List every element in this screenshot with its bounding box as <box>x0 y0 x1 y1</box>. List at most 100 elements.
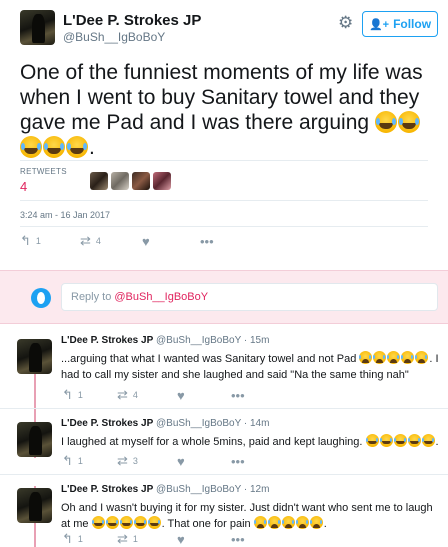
like-action[interactable]: ♥ <box>177 388 231 403</box>
retweet-action[interactable]: ⇄ 3 <box>117 453 177 469</box>
loudly-crying-emoji <box>309 516 323 529</box>
reply-author-avatar[interactable] <box>17 422 52 457</box>
follow-button[interactable]: 👤+ Follow <box>362 11 438 37</box>
reply-author-avatar[interactable] <box>17 488 52 523</box>
retweet-count: 4 <box>95 236 101 246</box>
divider <box>20 226 428 227</box>
tweet-end: . <box>89 136 95 159</box>
reply-input[interactable]: Reply to @BuSh__IgBoBoY <box>61 283 438 311</box>
retweeter-avatar[interactable] <box>90 172 108 190</box>
more-icon: ••• <box>231 531 245 547</box>
reply-author-avatar[interactable] <box>17 339 52 374</box>
reply-tweet[interactable]: L'Dee P. Strokes JP @BuSh__IgBoBoY · 15m… <box>0 326 448 408</box>
more-icon: ••• <box>231 387 245 403</box>
tweet-actions: ↰ 1 ⇄ 4 ♥ ••• <box>20 233 214 249</box>
author-display-name[interactable]: L'Dee P. Strokes JP <box>63 12 201 29</box>
retweet-icon: ⇄ <box>117 531 128 546</box>
reply-text-part: . <box>323 518 327 530</box>
loudly-crying-emoji <box>359 351 373 364</box>
reply-action[interactable]: ↰ 1 <box>62 387 117 403</box>
loudly-crying-emoji <box>415 351 429 364</box>
reply-tweet[interactable]: L'Dee P. Strokes JP @BuSh__IgBoBoY · 14m… <box>0 409 448 481</box>
tears-of-joy-emoji <box>133 516 147 529</box>
reply-icon: ↰ <box>20 233 31 248</box>
like-action[interactable]: ♥ <box>142 234 200 249</box>
more-action[interactable]: ••• <box>231 454 245 469</box>
reply-action[interactable]: ↰ 1 <box>62 531 117 547</box>
reply-icon: ↰ <box>62 453 73 468</box>
main-tweet: L'Dee P. Strokes JP @BuSh__IgBoBoY ⚙ 👤+ … <box>0 0 448 268</box>
more-action[interactable]: ••• <box>231 532 245 547</box>
like-action[interactable]: ♥ <box>177 454 231 469</box>
reply-action[interactable]: ↰ 1 <box>62 453 117 469</box>
tweet-timestamp[interactable]: 3:24 am - 16 Jan 2017 <box>20 210 110 220</box>
author-avatar[interactable] <box>20 10 55 45</box>
tears-of-joy-emoji <box>393 434 407 447</box>
reply-header: L'Dee P. Strokes JP @BuSh__IgBoBoY · 12m <box>61 484 269 495</box>
reply-action[interactable]: ↰ 1 <box>20 233 80 249</box>
reply-icon: ↰ <box>62 531 73 546</box>
loudly-crying-emoji <box>387 351 401 364</box>
reply-count: 1 <box>77 534 83 544</box>
retweet-action[interactable]: ⇄ 1 <box>117 531 177 547</box>
reply-meta[interactable]: @BuSh__IgBoBoY · 14m <box>156 418 269 429</box>
loudly-crying-emoji <box>295 516 309 529</box>
more-action[interactable]: ••• <box>231 388 245 403</box>
reply-text-part: ...arguing that what I wanted was Sanita… <box>61 353 357 365</box>
reply-header: L'Dee P. Strokes JP @BuSh__IgBoBoY · 14m <box>61 418 269 429</box>
more-icon: ••• <box>231 453 245 469</box>
like-action[interactable]: ♥ <box>177 532 231 547</box>
tears-of-joy-emoji <box>119 516 133 529</box>
reply-meta[interactable]: @BuSh__IgBoBoY · 15m <box>156 335 269 346</box>
tears-of-joy-emoji <box>20 136 42 158</box>
reply-text: I laughed at myself for a whole 5mins, p… <box>61 434 439 450</box>
more-action[interactable]: ••• <box>200 234 214 249</box>
reply-actions: ↰ 1 ⇄ 1 ♥ ••• <box>62 531 245 547</box>
loudly-crying-emoji <box>253 516 267 529</box>
retweeter-avatar[interactable] <box>132 172 150 190</box>
gear-icon[interactable]: ⚙ <box>338 13 353 33</box>
reply-tweet[interactable]: L'Dee P. Strokes JP @BuSh__IgBoBoY · 12m… <box>0 475 448 547</box>
reply-header: L'Dee P. Strokes JP @BuSh__IgBoBoY · 15m <box>61 335 269 346</box>
reply-mention: @BuSh__IgBoBoY <box>114 291 209 303</box>
heart-icon: ♥ <box>177 453 185 469</box>
retweet-count: 4 <box>132 390 138 400</box>
tears-of-joy-emoji <box>365 434 379 447</box>
loudly-crying-emoji <box>401 351 415 364</box>
retweet-icon: ⇄ <box>117 387 128 402</box>
add-user-icon: 👤+ <box>368 18 390 31</box>
reply-text-part: . <box>435 436 439 448</box>
author-handle[interactable]: @BuSh__IgBoBoY <box>63 30 165 44</box>
retweet-action[interactable]: ⇄ 4 <box>117 387 177 403</box>
tears-of-joy-emoji <box>105 516 119 529</box>
reply-count: 1 <box>35 236 41 246</box>
reply-actions: ↰ 1 ⇄ 3 ♥ ••• <box>62 453 245 469</box>
retweet-icon: ⇄ <box>80 233 91 248</box>
reply-actions: ↰ 1 ⇄ 4 ♥ ••• <box>62 387 245 403</box>
reply-prefix: Reply to <box>71 291 112 303</box>
retweet-action[interactable]: ⇄ 4 <box>80 233 142 249</box>
retweeter-avatar[interactable] <box>153 172 171 190</box>
tears-of-joy-emoji <box>374 111 397 133</box>
tears-of-joy-emoji <box>379 434 393 447</box>
retweet-count: 1 <box>132 534 138 544</box>
tears-of-joy-emoji <box>407 434 421 447</box>
reply-meta[interactable]: @BuSh__IgBoBoY · 12m <box>156 484 269 495</box>
retweets-label: RETWEETS <box>20 167 67 176</box>
divider <box>20 200 428 201</box>
reply-author-name[interactable]: L'Dee P. Strokes JP <box>61 335 153 346</box>
reply-text: Oh and I wasn't buying it for my sister.… <box>61 500 439 532</box>
tweet-text: One of the funniest moments of my life w… <box>20 60 440 160</box>
reply-author-name[interactable]: L'Dee P. Strokes JP <box>61 484 153 495</box>
heart-icon: ♥ <box>142 233 150 249</box>
tears-of-joy-emoji <box>91 516 105 529</box>
retweet-count: 3 <box>132 456 138 466</box>
retweets-count[interactable]: 4 <box>20 179 27 194</box>
user-avatar <box>31 288 51 308</box>
retweeter-avatar[interactable] <box>111 172 129 190</box>
heart-icon: ♥ <box>177 531 185 547</box>
tears-of-joy-emoji <box>43 136 65 158</box>
reply-author-name[interactable]: L'Dee P. Strokes JP <box>61 418 153 429</box>
loudly-crying-emoji <box>373 351 387 364</box>
retweeter-avatars <box>90 172 171 190</box>
